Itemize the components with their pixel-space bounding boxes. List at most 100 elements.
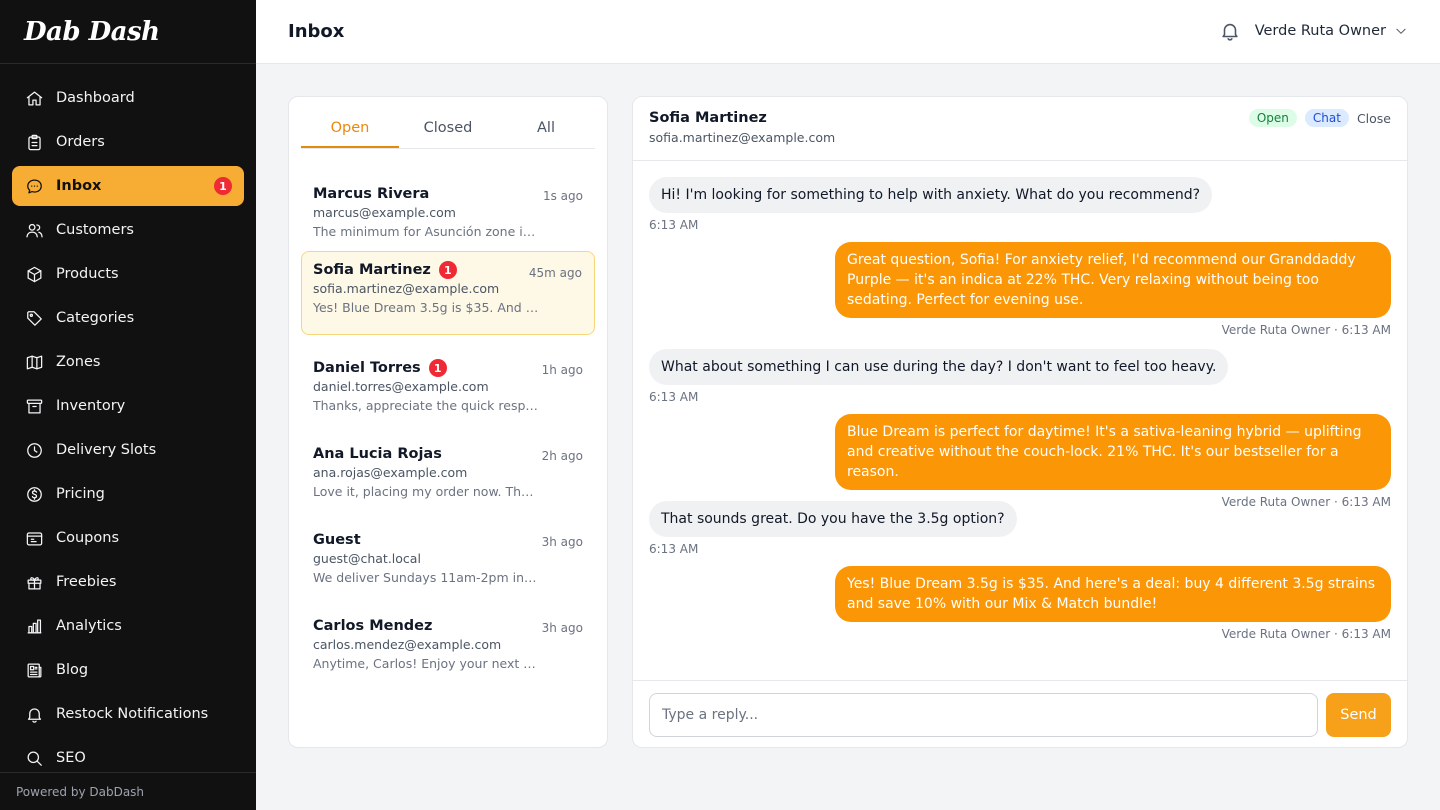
powered-by-footer: Powered by DabDash xyxy=(0,772,256,810)
top-header: Inbox Verde Ruta Owner xyxy=(256,0,1440,64)
conversation-email: guest@chat.local xyxy=(313,551,421,566)
sidebar-nav: Dashboard Orders Inbox 1 Customers Produ… xyxy=(0,64,256,778)
message-bubble: What about something I can use during th… xyxy=(649,349,1229,385)
chat-header: Sofia Martinez sofia.martinez@example.co… xyxy=(633,97,1407,161)
message-meta: Verde Ruta Owner · 6:13 AM xyxy=(1221,627,1391,641)
sidebar-item-label: Orders xyxy=(56,134,105,150)
conversation-item[interactable]: Guest 3h ago guest@chat.local We deliver… xyxy=(301,521,595,605)
sidebar-item-label: Zones xyxy=(56,354,101,370)
conversation-name: Carlos Mendez xyxy=(313,618,433,634)
sidebar-item-label: Categories xyxy=(56,310,135,326)
sidebar-item-blog[interactable]: Blog xyxy=(12,650,244,690)
sidebar-item-restock-notifications[interactable]: Restock Notifications xyxy=(12,694,244,734)
user-name[interactable]: Verde Ruta Owner xyxy=(1255,23,1386,39)
reply-input[interactable] xyxy=(649,693,1318,737)
sidebar-item-dashboard[interactable]: Dashboard xyxy=(12,78,244,118)
users-icon xyxy=(24,220,44,240)
unread-badge: 1 xyxy=(214,177,232,195)
sidebar: Dab Dash Dashboard Orders Inbox 1 Custom… xyxy=(0,0,256,810)
chevron-down-icon[interactable] xyxy=(1394,24,1408,38)
bell-icon xyxy=(24,704,44,724)
message-meta: 6:13 AM xyxy=(649,390,699,404)
message-meta: Verde Ruta Owner · 6:13 AM xyxy=(1221,323,1391,337)
sidebar-item-products[interactable]: Products xyxy=(12,254,244,294)
sidebar-item-label: SEO xyxy=(56,750,86,766)
sidebar-item-label: Freebies xyxy=(56,574,117,590)
bell-icon[interactable] xyxy=(1219,20,1241,42)
clipboard-icon xyxy=(24,132,44,152)
conversation-item[interactable]: Ana Lucia Rojas 2h ago ana.rojas@example… xyxy=(301,435,595,519)
box-icon xyxy=(24,264,44,284)
chat-panel: Sofia Martinez sofia.martinez@example.co… xyxy=(632,96,1408,748)
sidebar-item-analytics[interactable]: Analytics xyxy=(12,606,244,646)
conversation-email: daniel.torres@example.com xyxy=(313,379,489,394)
clock-icon xyxy=(24,440,44,460)
unread-badge: 1 xyxy=(438,261,457,279)
chat-bubble-icon xyxy=(24,176,44,196)
message-incoming: That sounds great. Do you have the 3.5g … xyxy=(649,501,1017,556)
sidebar-item-inventory[interactable]: Inventory xyxy=(12,386,244,426)
tab-open[interactable]: Open xyxy=(301,109,399,148)
page-title: Inbox xyxy=(288,21,345,42)
sidebar-item-pricing[interactable]: Pricing xyxy=(12,474,244,514)
message-outgoing: Yes! Blue Dream 3.5g is $35. And here's … xyxy=(835,566,1391,641)
conversation-time: 3h ago xyxy=(541,621,583,635)
sidebar-item-label: Blog xyxy=(56,662,89,678)
message-outgoing: Great question, Sofia! For anxiety relie… xyxy=(835,242,1391,337)
conversation-preview: Thanks, appreciate the quick response! xyxy=(313,398,539,413)
send-button[interactable]: Send xyxy=(1326,693,1391,737)
conversation-time: 2h ago xyxy=(541,449,583,463)
conversation-email: sofia.martinez@example.com xyxy=(313,281,500,296)
conversation-time: 3h ago xyxy=(541,535,583,549)
sidebar-item-label: Delivery Slots xyxy=(56,442,157,458)
sidebar-item-orders[interactable]: Orders xyxy=(12,122,244,162)
conversation-preview: Anytime, Carlos! Enjoy your next order. xyxy=(313,656,539,671)
message-outgoing: Blue Dream is perfect for daytime! It's … xyxy=(835,414,1391,509)
message-bubble: That sounds great. Do you have the 3.5g … xyxy=(649,501,1017,537)
sidebar-item-delivery-slots[interactable]: Delivery Slots xyxy=(12,430,244,470)
sidebar-item-coupons[interactable]: Coupons xyxy=(12,518,244,558)
conversation-item[interactable]: Marcus Rivera 1s ago marcus@example.com … xyxy=(301,175,595,259)
message-bubble: Great question, Sofia! For anxiety relie… xyxy=(835,242,1391,318)
sidebar-item-label: Customers xyxy=(56,222,134,238)
close-conversation-button[interactable]: Close xyxy=(1357,111,1391,126)
message-bubble: Yes! Blue Dream 3.5g is $35. And here's … xyxy=(835,566,1391,622)
unread-badge: 1 xyxy=(428,359,447,377)
bar-chart-icon xyxy=(24,616,44,636)
conversation-name: Ana Lucia Rojas xyxy=(313,446,442,462)
sidebar-item-label: Restock Notifications xyxy=(56,706,209,722)
channel-badge: Chat xyxy=(1304,109,1349,127)
coupon-icon xyxy=(24,528,44,548)
conversation-email: ana.rojas@example.com xyxy=(313,465,468,480)
message-bubble: Blue Dream is perfect for daytime! It's … xyxy=(835,414,1391,490)
conversation-list-panel: Open Closed All Marcus Rivera 1s ago mar… xyxy=(288,96,608,748)
map-icon xyxy=(24,352,44,372)
newspaper-icon xyxy=(24,660,44,680)
inbox-tabs: Open Closed All xyxy=(301,109,595,149)
sidebar-item-categories[interactable]: Categories xyxy=(12,298,244,338)
sidebar-item-freebies[interactable]: Freebies xyxy=(12,562,244,602)
conversation-time: 1s ago xyxy=(542,189,583,203)
sidebar-item-label: Dashboard xyxy=(56,90,135,106)
brand-logo[interactable]: Dab Dash xyxy=(0,0,256,64)
conversation-item[interactable]: Carlos Mendez 3h ago carlos.mendez@examp… xyxy=(301,607,595,691)
sidebar-item-label: Analytics xyxy=(56,618,122,634)
tab-all[interactable]: All xyxy=(497,109,595,148)
sidebar-item-zones[interactable]: Zones xyxy=(12,342,244,382)
user-menu[interactable]: Verde Ruta Owner xyxy=(1219,20,1408,42)
status-badge: Open xyxy=(1248,109,1297,127)
sidebar-item-customers[interactable]: Customers xyxy=(12,210,244,250)
chat-contact-email: sofia.martinez@example.com xyxy=(649,130,836,145)
message-meta: 6:13 AM xyxy=(649,218,699,232)
conversation-name: Daniel Torres xyxy=(313,360,421,376)
conversation-email: carlos.mendez@example.com xyxy=(313,637,502,652)
sidebar-item-label: Inbox xyxy=(56,178,102,194)
conversation-name: Guest xyxy=(313,532,361,548)
sidebar-item-inbox[interactable]: Inbox 1 xyxy=(12,166,244,206)
tab-closed[interactable]: Closed xyxy=(399,109,497,148)
archive-icon xyxy=(24,396,44,416)
conversation-name: Sofia Martinez xyxy=(313,262,431,278)
conversation-item[interactable]: Daniel Torres 1 1h ago daniel.torres@exam… xyxy=(301,349,595,433)
conversation-item-selected[interactable]: Sofia Martinez 1 45m ago sofia.martinez@e… xyxy=(301,251,595,335)
dollar-icon xyxy=(24,484,44,504)
